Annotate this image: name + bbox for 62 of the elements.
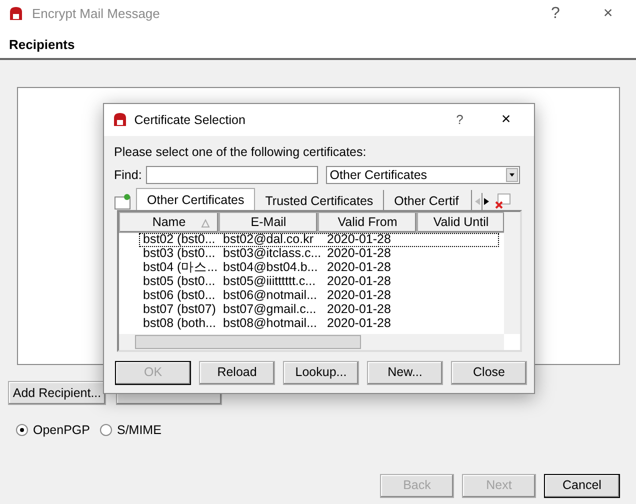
table-row[interactable]: bst04 (마스... bst04@bst04.b... 2020-01-28: [139, 260, 499, 274]
column-header[interactable]: Valid From: [318, 212, 417, 232]
radio-label: S/MIME: [116, 422, 162, 439]
sort-ascending-icon: [201, 218, 210, 228]
column-header[interactable]: Name: [119, 212, 219, 232]
name-cell-text: bst03 (bst0...: [142, 246, 216, 262]
name-cell-text: bst07 (bst07): [142, 302, 217, 318]
date-cell-text: 2020-01-28: [326, 273, 392, 290]
caret-icon: [506, 168, 518, 182]
table-row[interactable]: bst03 (bst0... bst03@itclass.c... 2020-01-28: [139, 246, 499, 260]
email-cell-text: bst03@itclass.c...: [222, 245, 322, 262]
date-cell-text: 2020-01-28: [326, 287, 392, 304]
name-cell-text: bst04 (마스...: [142, 260, 219, 276]
name-cell-text: bst08 (both...: [142, 316, 217, 332]
radio-label: OpenPGP: [33, 422, 90, 439]
email-cell-text: bst08@hotmail...: [222, 316, 318, 332]
vertical-scrollbar[interactable]: [504, 212, 520, 334]
new-button[interactable]: New...: [367, 360, 443, 384]
email-cell-text: bst04@bst04.b...: [222, 259, 319, 276]
cancel-button[interactable]: Cancel: [544, 474, 620, 498]
help-button[interactable]: ?: [440, 110, 480, 130]
close-button[interactable]: ×: [486, 108, 526, 132]
prompt-text: Please select one of the following certificates:: [114, 144, 368, 161]
horizontal-scrollbar[interactable]: [119, 334, 504, 350]
column-header[interactable]: E-Mail: [219, 212, 318, 232]
close-button[interactable]: ×: [588, 2, 628, 26]
tab[interactable]: Other Certificates: [136, 188, 256, 210]
radio-button[interactable]: [100, 424, 112, 436]
date-cell-text: 2020-01-28: [326, 231, 392, 248]
table-row[interactable]: bst08 (both... bst08@hotmail... 2020-01-28: [139, 316, 499, 330]
find-field[interactable]: [146, 166, 318, 184]
table-row[interactable]: bst05 (bst0... bst05@iiitttttt.c... 2020-01-28: [139, 274, 499, 288]
page-heading: Recipients: [9, 37, 75, 52]
date-cell-text: 2020-01-28: [326, 301, 392, 318]
column-header[interactable]: Valid Until: [417, 212, 505, 232]
date-cell-text: 2020-01-28: [326, 245, 392, 262]
table-row[interactable]: bst07 (bst07) bst07@gmail.c... 2020-01-28: [139, 302, 499, 316]
find-label: Find:: [114, 166, 142, 184]
filter-dropdown[interactable]: Other Certificates: [326, 166, 520, 184]
app-logo-icon: [112, 112, 128, 128]
close-tab-icon[interactable]: [494, 192, 512, 210]
email-cell-text: bst06@notmail...: [222, 287, 318, 304]
table-row[interactable]: bst02 (bst0... bst02@dal.co.kr 2020-01-28: [139, 232, 499, 246]
radio-button[interactable]: [16, 424, 28, 436]
table-row[interactable]: bst06 (bst0... bst06@notmail... 2020-01-28: [139, 288, 499, 302]
email-cell-text: bst07@gmail.c...: [222, 301, 318, 318]
close-dialog-button[interactable]: Close: [451, 360, 527, 384]
add-recipient-button[interactable]: Add Recipient...: [8, 381, 106, 405]
name-cell-text: bst05 (bst0...: [142, 274, 216, 290]
app-logo-icon: [8, 6, 24, 22]
date-cell-text: 2020-01-28: [326, 259, 392, 276]
window-title: Encrypt Mail Message: [32, 4, 160, 23]
email-cell-text: bst05@iiitttttt.c...: [222, 273, 317, 290]
help-button[interactable]: ?: [536, 2, 576, 26]
name-cell-text: bst02 (bst0...: [142, 231, 216, 248]
date-cell-text: 2020-01-28: [326, 315, 392, 332]
lookup-button[interactable]: Lookup...: [283, 360, 359, 384]
reload-button[interactable]: Reload: [199, 360, 275, 384]
dialog-title: Certificate Selection: [134, 112, 246, 129]
email-cell-text: bst02@dal.co.kr: [222, 231, 315, 248]
name-cell-text: bst06 (bst0...: [142, 288, 216, 304]
scroll-thumb[interactable]: [135, 334, 361, 348]
